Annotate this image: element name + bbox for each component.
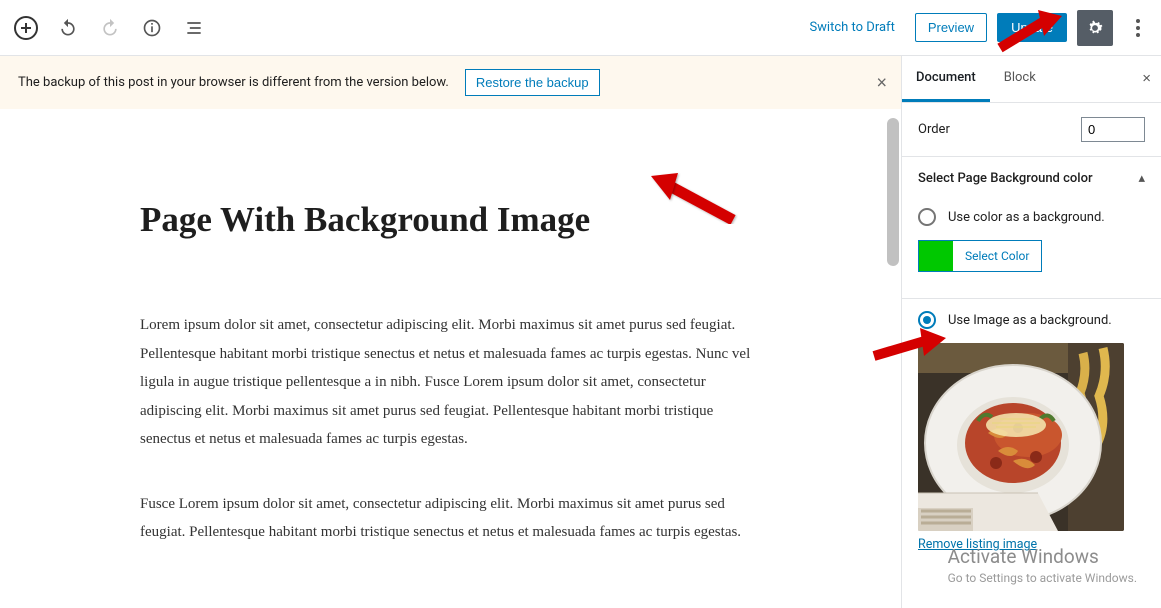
order-input[interactable] [1081, 117, 1145, 142]
panel-bg-color-header[interactable]: Select Page Background color ▴ [902, 157, 1161, 196]
gear-icon [1085, 18, 1105, 38]
toolbar-left [8, 10, 212, 46]
pasta-image-icon [918, 343, 1124, 531]
sidebar-tabs: Document Block × [902, 56, 1161, 103]
restore-backup-button[interactable]: Restore the backup [465, 69, 600, 96]
radio-use-color[interactable]: Use color as a background. [918, 208, 1145, 226]
close-icon: × [876, 72, 887, 92]
page-body[interactable]: Lorem ipsum dolor sit amet, consectetur … [140, 311, 761, 547]
sidebar-close-button[interactable]: × [1142, 70, 1151, 87]
dots-vertical-icon [1136, 19, 1140, 37]
plus-icon [14, 16, 38, 40]
info-button[interactable] [134, 10, 170, 46]
undo-button[interactable] [50, 10, 86, 46]
color-swatch [919, 241, 953, 271]
more-menu-button[interactable] [1123, 10, 1153, 46]
select-color-button[interactable]: Select Color [918, 240, 1042, 272]
tab-document[interactable]: Document [902, 56, 990, 102]
toolbar-right: Switch to Draft Preview Update [799, 10, 1153, 46]
list-icon [184, 18, 204, 38]
scrollbar-thumb[interactable] [887, 118, 899, 266]
close-icon: × [1142, 70, 1151, 87]
backup-notice: The backup of this post in your browser … [0, 56, 901, 109]
editor-content[interactable]: Page With Background Image Lorem ipsum d… [0, 109, 901, 608]
option-image-block: Use Image as a background. [902, 299, 1161, 568]
radio-icon [918, 311, 936, 329]
windows-activation-watermark: Activate Windows Go to Settings to activ… [948, 544, 1137, 586]
radio-label: Use Image as a background. [948, 313, 1112, 328]
add-block-button[interactable] [8, 10, 44, 46]
paragraph-block[interactable]: Fusce Lorem ipsum dolor sit amet, consec… [140, 490, 761, 547]
info-icon [142, 18, 162, 38]
option-color-block: Use color as a background. Select Color [902, 196, 1161, 299]
notice-text: The backup of this post in your browser … [18, 75, 449, 90]
order-row: Order [902, 103, 1161, 157]
main-area: The backup of this post in your browser … [0, 56, 1161, 608]
undo-icon [58, 18, 78, 38]
panel-title: Select Page Background color [918, 171, 1093, 186]
redo-icon [100, 18, 120, 38]
settings-sidebar: Document Block × Order Select Page Backg… [901, 56, 1161, 608]
radio-label: Use color as a background. [948, 210, 1105, 225]
page-title[interactable]: Page With Background Image [140, 199, 761, 241]
update-button[interactable]: Update [997, 13, 1067, 42]
radio-use-image[interactable]: Use Image as a background. [918, 311, 1145, 329]
outline-button[interactable] [176, 10, 212, 46]
notice-close-button[interactable]: × [876, 72, 887, 93]
paragraph-block[interactable]: Lorem ipsum dolor sit amet, consectetur … [140, 311, 761, 454]
order-label: Order [918, 122, 950, 137]
settings-button[interactable] [1077, 10, 1113, 46]
radio-icon [918, 208, 936, 226]
chevron-up-icon: ▴ [1138, 171, 1145, 186]
tab-block[interactable]: Block [990, 56, 1050, 102]
redo-button[interactable] [92, 10, 128, 46]
switch-to-draft-link[interactable]: Switch to Draft [799, 14, 904, 41]
background-image-preview[interactable] [918, 343, 1124, 531]
watermark-line2: Go to Settings to activate Windows. [948, 570, 1137, 586]
select-color-label: Select Color [953, 241, 1041, 271]
preview-button[interactable]: Preview [915, 13, 987, 42]
top-toolbar: Switch to Draft Preview Update [0, 0, 1161, 56]
editor-column: The backup of this post in your browser … [0, 56, 901, 608]
watermark-line1: Activate Windows [948, 544, 1137, 570]
